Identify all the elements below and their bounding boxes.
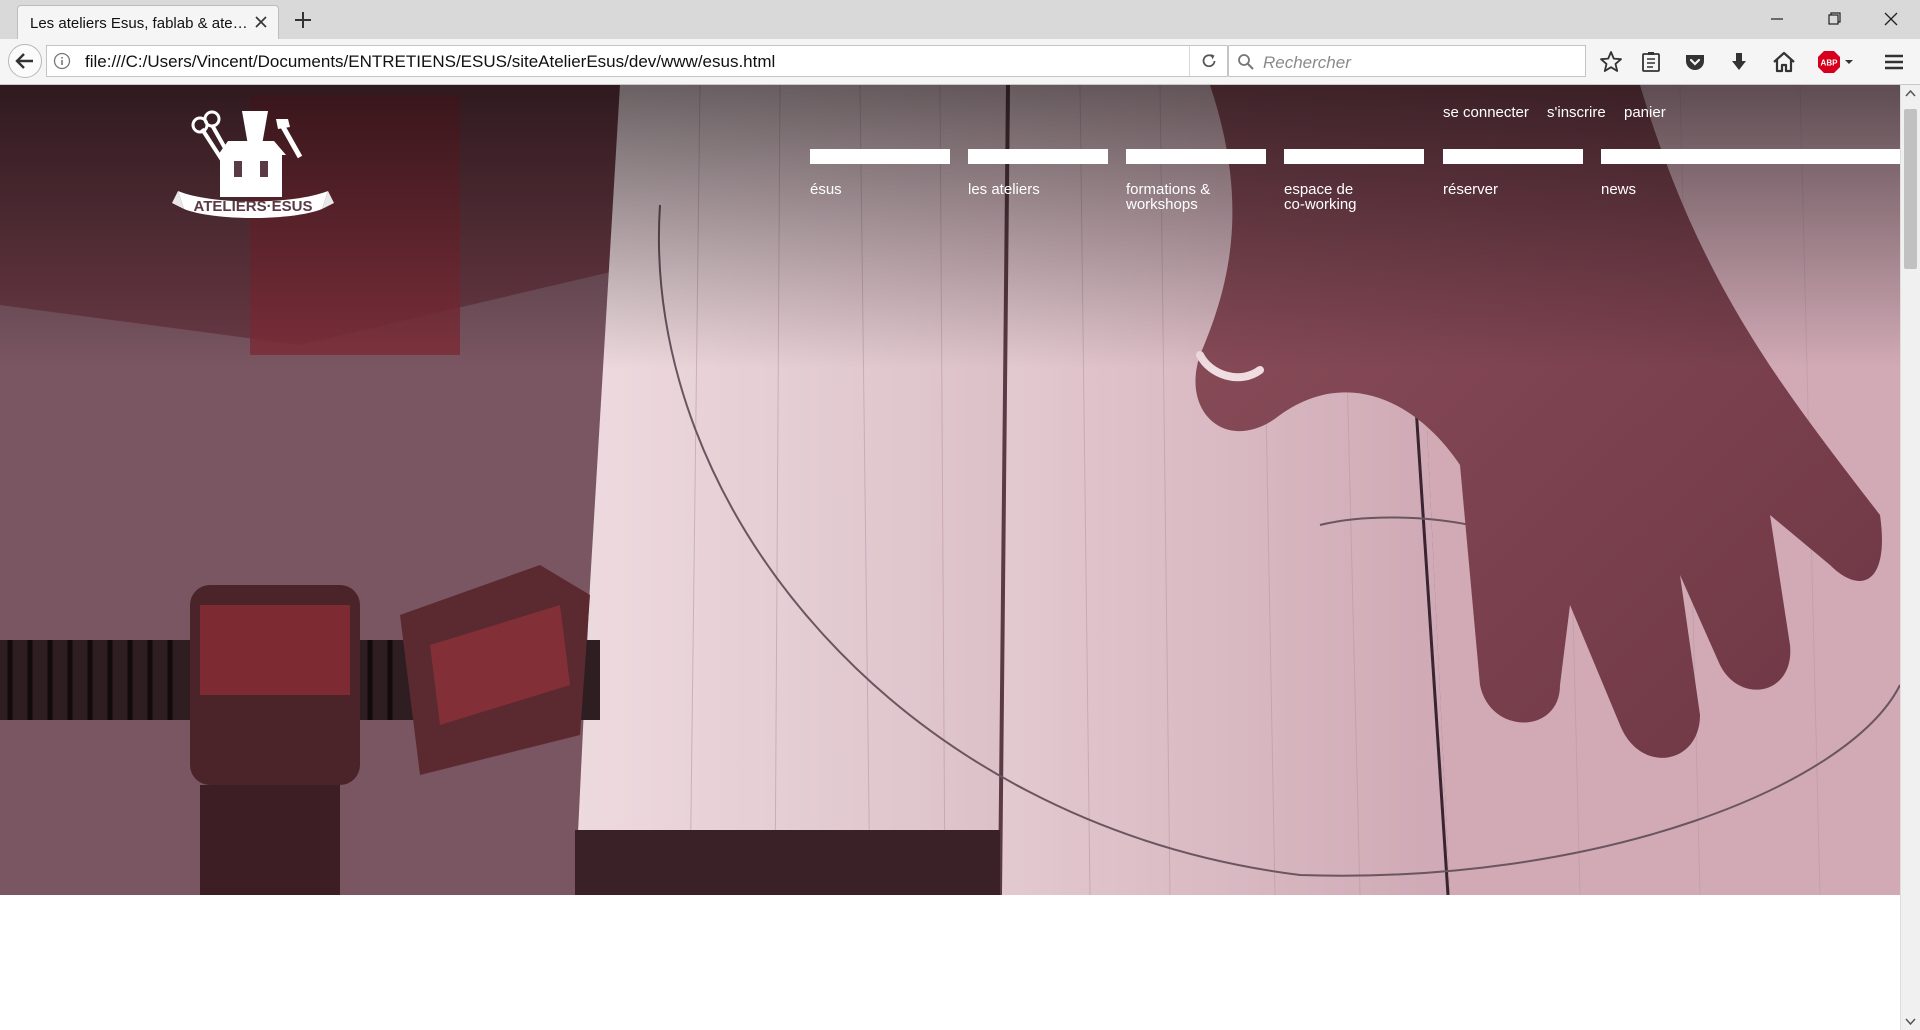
menu-icon[interactable] bbox=[1881, 49, 1907, 75]
menu-bar bbox=[1284, 149, 1424, 164]
menu-bar bbox=[968, 149, 1108, 164]
back-arrow-icon bbox=[15, 53, 33, 69]
adblock-plus-button[interactable]: ABP bbox=[1816, 49, 1856, 75]
hero-banner: ATELIERS·ESUS se connecter s'inscrire pa… bbox=[0, 85, 1900, 895]
menu-item-formations-workshops[interactable]: formations & workshops bbox=[1126, 149, 1266, 212]
site-info-icon[interactable] bbox=[53, 52, 71, 70]
menu-label: les ateliers bbox=[968, 181, 1040, 198]
menu-label: ésus bbox=[810, 181, 842, 198]
menu-bar bbox=[1443, 149, 1583, 164]
menu-bar bbox=[1126, 149, 1266, 164]
menu-bar bbox=[1601, 149, 1900, 164]
download-icon[interactable] bbox=[1726, 49, 1752, 75]
menu-label: réserver bbox=[1443, 181, 1499, 198]
pocket-icon[interactable] bbox=[1682, 49, 1708, 75]
reload-icon bbox=[1202, 54, 1216, 68]
logo-text: ATELIERS·ESUS bbox=[194, 198, 313, 215]
restore-icon[interactable] bbox=[1817, 6, 1851, 32]
vertical-scrollbar[interactable] bbox=[1900, 85, 1920, 1030]
menu-item-news[interactable]: news bbox=[1601, 149, 1900, 197]
menu-label: news bbox=[1601, 181, 1637, 198]
browser-tab-active[interactable]: Les ateliers Esus, fablab & ateliers par… bbox=[17, 5, 279, 39]
scroll-down-icon[interactable] bbox=[1905, 1016, 1916, 1026]
navigation-bar: file:///C:/Users/Vincent/Documents/ENTRE… bbox=[0, 39, 1920, 85]
menu-label: formations & workshops bbox=[1126, 181, 1211, 213]
ateliers-esus-logo[interactable]: ATELIERS·ESUS bbox=[172, 105, 334, 225]
home-icon[interactable] bbox=[1771, 49, 1797, 75]
minimize-icon[interactable] bbox=[1760, 6, 1794, 32]
search-placeholder: Rechercher bbox=[1263, 53, 1351, 72]
scrollbar-thumb[interactable] bbox=[1904, 109, 1917, 269]
url-bar[interactable]: file:///C:/Users/Vincent/Documents/ENTRE… bbox=[46, 45, 1228, 77]
menu-item-reserver[interactable]: réserver bbox=[1443, 149, 1583, 197]
cart-link[interactable]: panier bbox=[1624, 104, 1666, 121]
tab-strip: Les ateliers Esus, fablab & ateliers par… bbox=[0, 0, 1920, 39]
menu-label: espace de co-working bbox=[1284, 181, 1357, 213]
reload-button[interactable] bbox=[1189, 46, 1227, 76]
close-tab-icon[interactable] bbox=[252, 13, 270, 31]
adblock-badge-text: ABP bbox=[1821, 59, 1839, 68]
menu-bar bbox=[810, 149, 950, 164]
scroll-up-icon[interactable] bbox=[1905, 89, 1916, 99]
page-viewport: ATELIERS·ESUS se connecter s'inscrire pa… bbox=[0, 85, 1900, 1030]
login-link[interactable]: se connecter bbox=[1443, 104, 1529, 121]
search-icon bbox=[1238, 54, 1254, 70]
menu-item-coworking[interactable]: espace de co-working bbox=[1284, 149, 1424, 212]
back-button[interactable] bbox=[8, 44, 42, 78]
search-bar[interactable]: Rechercher bbox=[1228, 45, 1586, 77]
adblock-plus-icon: ABP bbox=[1818, 51, 1840, 73]
menu-item-esus[interactable]: ésus bbox=[810, 149, 950, 197]
menu-item-les-ateliers[interactable]: les ateliers bbox=[968, 149, 1108, 197]
reading-list-icon[interactable] bbox=[1638, 49, 1664, 75]
url-text: file:///C:/Users/Vincent/Documents/ENTRE… bbox=[85, 52, 776, 71]
tab-title: Les ateliers Esus, fablab & ateliers par… bbox=[30, 15, 248, 32]
star-icon[interactable] bbox=[1598, 49, 1624, 75]
chevron-down-icon bbox=[1845, 60, 1853, 64]
signup-link[interactable]: s'inscrire bbox=[1547, 104, 1606, 121]
close-window-icon[interactable] bbox=[1874, 6, 1908, 32]
new-tab-icon[interactable] bbox=[292, 9, 314, 31]
